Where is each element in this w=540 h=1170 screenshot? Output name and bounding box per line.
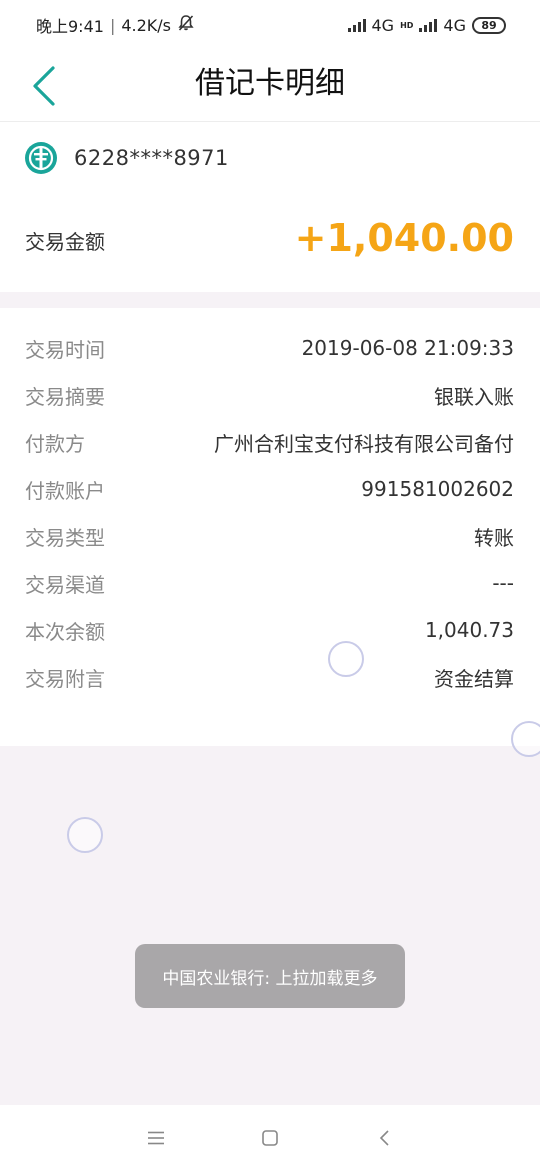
detail-value: 广州合利宝支付科技有限公司备付 xyxy=(214,431,514,456)
card-number: 6228****8971 xyxy=(74,146,229,170)
detail-label: 交易摘要 xyxy=(25,384,105,409)
nav-back-button[interactable] xyxy=(372,1126,396,1150)
screen: 晚上9:41 | 4.2K/s 4G HD 4G 89 借记卡明细 6228**… xyxy=(0,0,540,1170)
detail-label: 付款方 xyxy=(25,431,85,456)
touch-indicator xyxy=(67,817,103,853)
back-chevron-icon xyxy=(379,1129,389,1146)
detail-label: 交易类型 xyxy=(25,525,105,550)
detail-row-payer: 付款方 广州合利宝支付科技有限公司备付 xyxy=(0,419,540,465)
detail-row-channel: 交易渠道 --- xyxy=(0,560,540,606)
detail-value: 991581002602 xyxy=(361,477,514,501)
status-bar: 晚上9:41 | 4.2K/s 4G HD 4G 89 xyxy=(0,0,540,50)
battery-icon: 89 xyxy=(472,16,506,34)
card-section: 6228****8971 交易金额 +1,040.00 xyxy=(0,122,540,292)
abc-bank-logo-icon xyxy=(25,142,57,174)
amount-value: +1,040.00 xyxy=(294,216,514,260)
detail-value: 银联入账 xyxy=(434,384,514,409)
bell-off-icon xyxy=(177,14,195,36)
menu-button[interactable] xyxy=(144,1126,168,1150)
detail-value: 转账 xyxy=(474,525,514,550)
detail-value: 1,040.73 xyxy=(424,618,514,642)
toast-message: 中国农业银行: 上拉加载更多 xyxy=(135,944,405,1008)
status-time: 晚上9:41 xyxy=(36,17,104,36)
toast-text: 中国农业银行: 上拉加载更多 xyxy=(162,968,378,989)
home-square-icon xyxy=(262,1129,278,1146)
detail-label: 交易附言 xyxy=(25,666,105,691)
detail-row-balance: 本次余额 1,040.73 xyxy=(0,607,540,653)
detail-row-time: 交易时间 2019-06-08 21:09:33 xyxy=(0,325,540,371)
app-header: 借记卡明细 xyxy=(0,50,540,122)
card-row: 6228****8971 xyxy=(24,140,229,176)
detail-row-type: 交易类型 转账 xyxy=(0,513,540,559)
detail-value: 2019-06-08 21:09:33 xyxy=(301,336,514,360)
detail-label: 交易时间 xyxy=(25,337,105,362)
status-net-speed: 4.2K/s xyxy=(121,15,171,35)
detail-value: 资金结算 xyxy=(434,666,514,691)
detail-section: 交易时间 2019-06-08 21:09:33 交易摘要 银联入账 付款方 广… xyxy=(0,308,540,746)
system-nav-bar xyxy=(0,1105,540,1170)
hd-label: HD xyxy=(400,20,414,30)
menu-icon xyxy=(148,1131,164,1144)
battery-level: 89 xyxy=(481,18,497,32)
amount-label: 交易金额 xyxy=(25,230,105,254)
detail-label: 付款账户 xyxy=(25,478,105,503)
detail-label: 交易渠道 xyxy=(25,572,105,597)
detail-row-memo: 交易附言 资金结算 xyxy=(0,654,540,700)
signal-icon xyxy=(419,18,438,32)
touch-indicator xyxy=(328,641,364,677)
status-left: 晚上9:41 | 4.2K/s xyxy=(36,13,195,37)
detail-value: --- xyxy=(492,571,514,595)
detail-row-payer-account: 付款账户 991581002602 xyxy=(0,466,540,512)
home-button[interactable] xyxy=(258,1126,282,1150)
detail-label: 本次余额 xyxy=(25,619,105,644)
status-right: 4G HD 4G 89 xyxy=(347,15,506,35)
network-type-2: 4G xyxy=(443,15,466,35)
status-separator: | xyxy=(109,15,116,35)
network-type-1: 4G xyxy=(371,15,395,35)
signal-icon xyxy=(347,18,366,32)
page-title: 借记卡明细 xyxy=(195,66,345,101)
detail-row-summary: 交易摘要 银联入账 xyxy=(0,372,540,418)
touch-indicator xyxy=(511,721,540,757)
